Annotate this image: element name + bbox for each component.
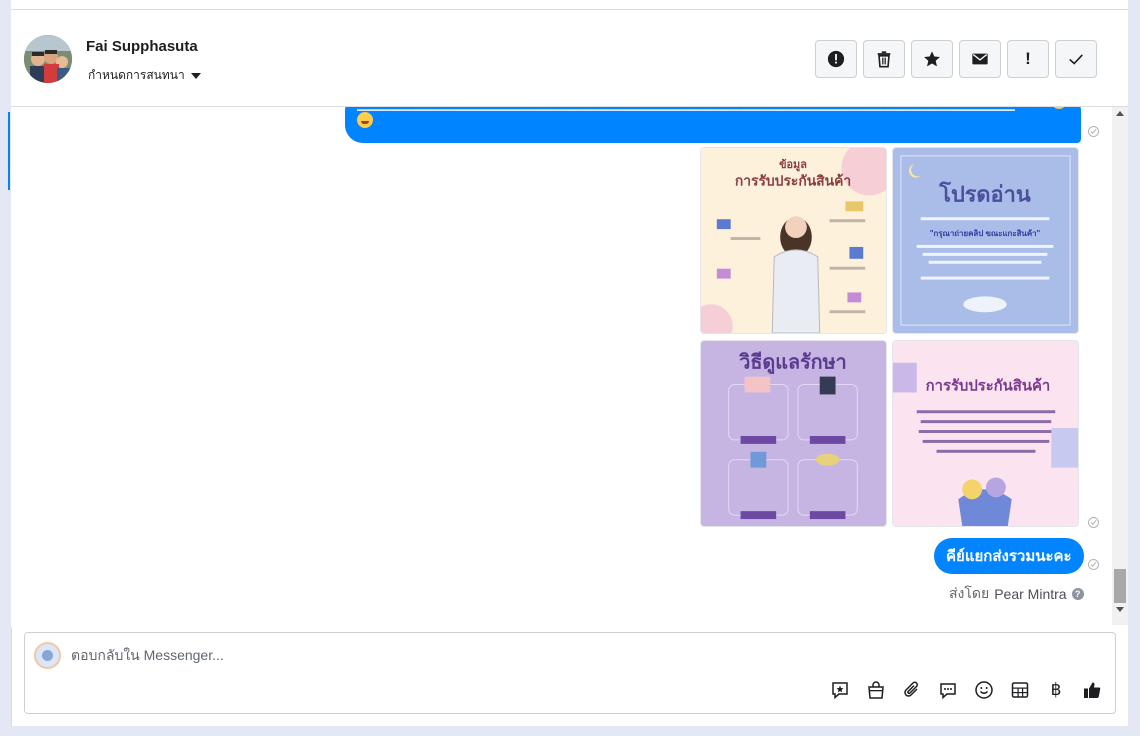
payment-button[interactable]: ฿ (1045, 679, 1067, 701)
please-read-graphic: โปรดอ่าน "กรุณาถ่ายคลิป ขณะแกะสินค้า" (893, 148, 1078, 333)
sent-by-label: ส่งโดย Pear Mintra ? (949, 583, 1084, 605)
message-thread[interactable]: ▂▂▂▂▂▂▂▂▂▂▂▂▂▂▂▂▂▂▂▂▂▂▂▂▂▂▂▂▂▂▂▂▂▂▂▂▂▂▂▂… (11, 107, 1112, 627)
envelope-icon (972, 53, 988, 65)
shop-button[interactable] (865, 679, 887, 701)
seen-check-icon (1088, 517, 1099, 528)
chat-bubble-icon (940, 683, 956, 700)
chevron-down-icon (190, 73, 201, 79)
smiley-icon (975, 681, 993, 699)
exclamation-icon: ! (1025, 49, 1031, 68)
image-warranty-policy[interactable]: การรับประกันสินค้า (892, 340, 1079, 527)
contact-avatar[interactable] (24, 35, 72, 83)
message-bubble-outgoing[interactable]: คีย์แยกส่งรวมนะคะ (934, 538, 1084, 574)
top-strip (11, 0, 1128, 10)
contact-name[interactable]: Fai Supphasuta (86, 38, 198, 55)
delete-button[interactable] (863, 40, 905, 78)
baht-icon: ฿ (1050, 680, 1062, 699)
star-icon (924, 51, 940, 67)
smiling-hearts-emoji (357, 112, 373, 129)
conversation-toolbar: ! (815, 40, 1097, 78)
image-title-line1: ข้อมูล (779, 158, 807, 172)
image-title-line2: การรับประกันสินค้า (735, 173, 851, 189)
assign-conversation-dropdown[interactable]: กำหนดการสนทนา (88, 66, 201, 85)
image-warranty-info[interactable]: ข้อมูล การรับประกันสินค้า (700, 147, 887, 334)
scroll-down-arrow-icon[interactable] (1116, 607, 1124, 612)
attach-button[interactable] (901, 679, 923, 701)
sender-name: Pear Mintra (994, 586, 1067, 602)
image-please-read[interactable]: โปรดอ่าน "กรุณาถ่ายคลิป ขณะแกะสินค้า" (892, 147, 1079, 334)
reply-input[interactable] (71, 647, 771, 663)
scroll-up-arrow-icon[interactable] (1116, 111, 1124, 116)
sent-by-prefix: ส่งโดย (949, 585, 990, 601)
reply-composer: ฿ (24, 632, 1116, 714)
mark-unread-button[interactable] (959, 40, 1001, 78)
check-icon (1069, 54, 1083, 65)
saved-reply-icon (832, 682, 848, 700)
saved-reply-button[interactable] (829, 679, 851, 701)
page-avatar (34, 642, 61, 669)
like-icon (1084, 682, 1101, 698)
image-care-instructions[interactable]: วิธีดูแลรักษา (700, 340, 887, 527)
shop-bag-icon (868, 681, 884, 699)
active-indicator (8, 112, 10, 190)
care-instructions-graphic: วิธีดูแลรักษา (701, 341, 886, 526)
scroll-thumb[interactable] (1114, 569, 1126, 603)
quick-reply-button[interactable] (937, 679, 959, 701)
message-text-cropped: ▂▂▂▂▂▂▂▂▂▂▂▂▂▂▂▂▂▂▂▂▂▂▂▂▂▂▂▂▂▂▂▂▂▂▂▂▂▂▂▂… (357, 107, 1069, 111)
trash-icon (877, 51, 891, 68)
table-icon (1011, 682, 1029, 698)
image-title: การรับประกันสินค้า (926, 377, 1051, 394)
emoji-button[interactable] (973, 679, 995, 701)
paperclip-icon (904, 681, 918, 697)
like-button[interactable] (1081, 679, 1103, 701)
alert-circle-icon (827, 50, 845, 68)
done-button[interactable] (1055, 40, 1097, 78)
warranty-info-graphic: ข้อมูล การรับประกันสินค้า (701, 148, 886, 333)
message-bubble-outgoing[interactable]: ▂▂▂▂▂▂▂▂▂▂▂▂▂▂▂▂▂▂▂▂▂▂▂▂▂▂▂▂▂▂▂▂▂▂▂▂▂▂▂▂… (345, 107, 1081, 143)
seen-check-icon (1088, 559, 1099, 570)
conversation-header: Fai Supphasuta กำหนดการสนทนา ! (11, 10, 1128, 107)
report-spam-button[interactable] (815, 40, 857, 78)
warranty-policy-graphic: การรับประกันสินค้า (893, 341, 1078, 526)
order-table-button[interactable] (1009, 679, 1031, 701)
image-title: วิธีดูแลรักษา (738, 351, 846, 376)
help-icon[interactable]: ? (1071, 588, 1084, 600)
important-button[interactable]: ! (1007, 40, 1049, 78)
seen-check-icon (1088, 126, 1099, 137)
image-title: โปรดอ่าน (938, 180, 1031, 206)
assign-label: กำหนดการสนทนา (88, 68, 185, 82)
composer-toolbar: ฿ (829, 679, 1103, 701)
thread-scrollbar[interactable] (1112, 107, 1128, 625)
star-button[interactable] (911, 40, 953, 78)
avatar-photo (24, 35, 72, 83)
image-subtitle: "กรุณาถ่ายคลิป ขณะแกะสินค้า" (930, 228, 1041, 239)
